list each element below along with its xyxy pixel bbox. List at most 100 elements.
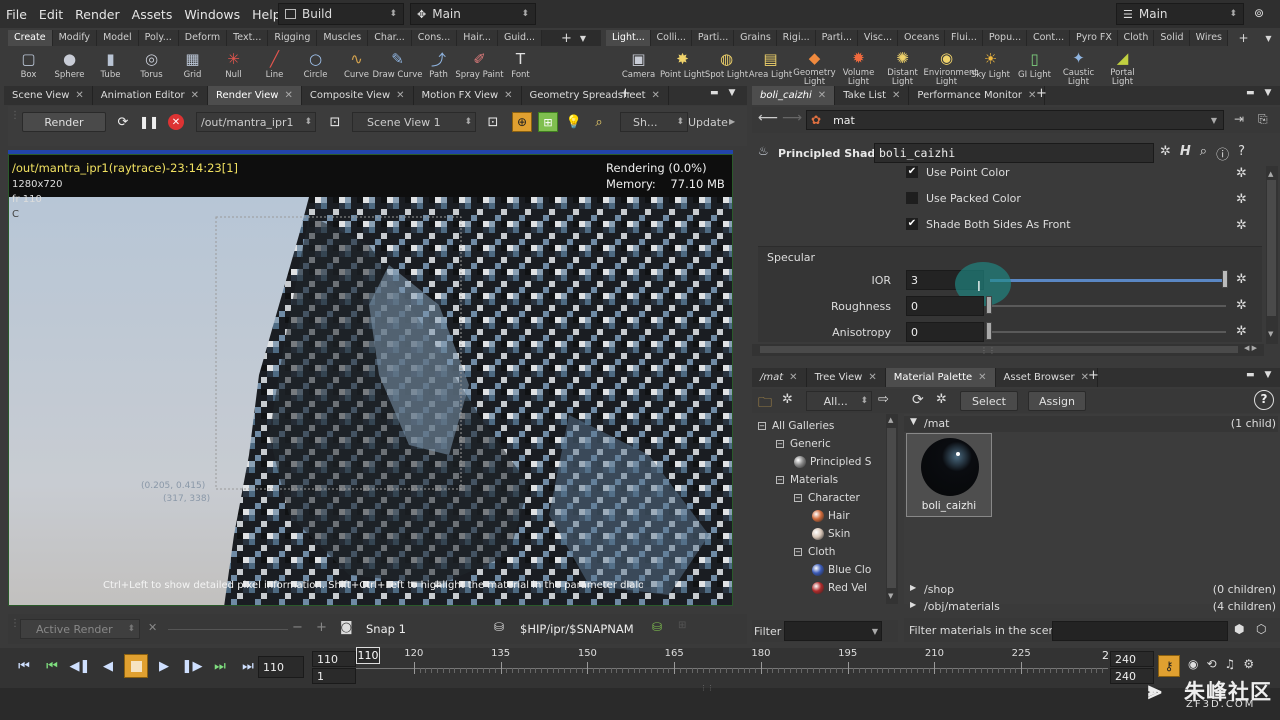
gi-light-tool[interactable]: ▯ GI Light — [1014, 46, 1055, 86]
minus-icon[interactable]: − — [292, 620, 303, 635]
gear-icon[interactable]: ✲ — [782, 392, 793, 407]
pane-menu-icon[interactable]: ▼ — [1265, 370, 1272, 380]
shade-both-sides-checkbox[interactable]: ✔ — [906, 218, 918, 230]
close-tab-icon[interactable]: ✕ — [789, 368, 797, 387]
use-point-color-checkbox[interactable]: ✔ — [906, 166, 918, 178]
play-icon[interactable]: ▶ — [150, 652, 178, 680]
tree-item-materials[interactable]: − Materials — [776, 474, 838, 486]
stop-render-icon[interactable]: ✕ — [168, 114, 184, 130]
current-frame-field[interactable]: 110 — [258, 656, 304, 678]
shelf-tab-text[interactable]: Text... — [227, 30, 269, 46]
sphere-tool[interactable]: ● Sphere — [49, 46, 90, 86]
shelf-tab-light[interactable]: Light... — [606, 30, 651, 46]
transfer-icon[interactable]: ⇨ — [878, 392, 889, 407]
dropdown-icon[interactable]: ▼ — [1265, 34, 1271, 43]
link-icon[interactable]: ⎘ — [1258, 112, 1268, 127]
plus-icon[interactable]: + — [316, 620, 327, 635]
anisotropy-slider-track[interactable] — [990, 331, 1226, 333]
close-tab-icon[interactable]: ✕ — [868, 368, 876, 387]
pane-tab-boli-caizhi[interactable]: boli_caizhi ✕ — [752, 86, 836, 105]
gear-icon[interactable]: ✲ — [1236, 218, 1247, 233]
pane-tab-take-list[interactable]: Take List ✕ — [835, 86, 910, 105]
path-tool[interactable]: ⤴ Path — [418, 46, 459, 86]
shelf-tab-colli[interactable]: Colli... — [650, 30, 692, 46]
collapse-icon[interactable]: − — [794, 494, 802, 502]
anisotropy-slider-handle[interactable] — [986, 322, 992, 340]
pause-icon[interactable]: ❚❚ — [139, 113, 159, 131]
stop-button[interactable] — [124, 654, 148, 678]
settings-icon[interactable]: ⚙ — [1243, 657, 1254, 671]
add-pane-tab-icon[interactable]: + — [1088, 368, 1099, 383]
add-shelf-icon[interactable]: + — [561, 31, 572, 46]
line-tool[interactable]: ╱ Line — [254, 46, 295, 86]
param-hscrollbar[interactable]: ◀ ▶ — [752, 344, 1264, 356]
shelf-tab-cont[interactable]: Cont... — [1026, 30, 1071, 46]
shelf-tab-pyro-fx[interactable]: Pyro FX — [1070, 30, 1118, 46]
active-render-selector[interactable]: Active Render ⬍ — [20, 619, 140, 639]
snap-slider[interactable] — [168, 629, 288, 630]
tree-scrollbar[interactable]: ▲ ▼ — [886, 414, 898, 604]
collapse-icon[interactable]: − — [758, 422, 766, 430]
snapshot-path[interactable]: $HIP/ipr/$SNAPNAM — [520, 622, 644, 636]
shelf-tab-wires[interactable]: Wires — [1189, 30, 1228, 46]
add-pane-tab-icon[interactable]: + — [620, 86, 631, 101]
gear-icon[interactable]: ✲ — [1236, 272, 1247, 287]
camera-select-icon[interactable]: ⊡ — [326, 113, 344, 131]
menu-windows[interactable]: Windows — [178, 7, 246, 22]
shelf-tab-char[interactable]: Char... — [368, 30, 412, 46]
close-tab-icon[interactable]: ✕ — [504, 86, 512, 105]
box-tool[interactable]: ▢ Box — [8, 46, 49, 86]
shader-name-field[interactable]: boli_caizhi — [874, 143, 1154, 163]
portal-light-tool[interactable]: ◢ Portal Light — [1102, 46, 1143, 87]
pane-tab-render-view[interactable]: Render View ✕ — [207, 86, 302, 105]
dropdown-icon[interactable]: ▼ — [580, 34, 586, 43]
tree-item-all-galleries[interactable]: − All Galleries — [758, 420, 834, 432]
menu-edit[interactable]: Edit — [33, 7, 69, 22]
shelf-tab-visc[interactable]: Visc... — [857, 30, 899, 46]
shelf-tab-parti[interactable]: Parti... — [815, 30, 858, 46]
caustic-light-tool[interactable]: ✦ Caustic Light — [1058, 46, 1099, 87]
shelf-tab-guid[interactable]: Guid... — [497, 30, 543, 46]
pane-tab-motion-fx-view[interactable]: Motion FX View ✕ — [414, 86, 522, 105]
realtime-icon[interactable]: ◉ — [1188, 657, 1198, 671]
gear-icon[interactable]: ✲ — [1236, 324, 1247, 339]
circle-tool[interactable]: ○ Circle — [295, 46, 336, 86]
pane-tab-scene-view[interactable]: Scene View ✕ — [4, 86, 93, 105]
shelf-tab-oceans[interactable]: Oceans — [898, 30, 946, 46]
rop-path-selector[interactable]: /out/mantra_ipr1 ⬍ — [196, 112, 316, 132]
camera-selector[interactable]: Scene View 1 ⬍ — [352, 112, 476, 132]
tree-item-red-vel[interactable]: Red Vel — [812, 582, 867, 594]
shelf-tab-modify[interactable]: Modify — [52, 30, 98, 46]
preview-icon[interactable]: ⊞ — [538, 112, 558, 132]
shelf-tab-muscles[interactable]: Muscles — [317, 30, 369, 46]
collapse-icon[interactable]: − — [776, 440, 784, 448]
snapshot-color-icon[interactable]: ⛁ — [652, 620, 662, 634]
maximize-icon[interactable]: ▬ — [710, 88, 719, 98]
info-icon[interactable]: ⓘ — [1216, 144, 1229, 163]
help-icon[interactable]: ? — [1238, 144, 1245, 163]
material-thumbnail[interactable]: boli_caizhi — [906, 433, 992, 517]
pane-tab-geometry-spreadsheet[interactable]: Geometry Spreadsheet ✕ — [522, 86, 669, 105]
tube-tool[interactable]: ▮ Tube — [90, 46, 131, 86]
shelf-tab-cloth[interactable]: Cloth — [1117, 30, 1155, 46]
audio-icon[interactable]: ♫ — [1225, 657, 1236, 671]
gear-icon[interactable]: ✲ — [1236, 192, 1247, 207]
update-button[interactable]: Update — [688, 116, 728, 129]
spray-paint-tool[interactable]: ✐ Spray Paint — [455, 46, 503, 86]
tree-item-skin[interactable]: Skin — [812, 528, 850, 540]
view-icon[interactable]: ⊡ — [484, 113, 502, 131]
close-tab-icon[interactable]: ✕ — [284, 86, 292, 105]
gallery-filter-selector[interactable]: All... ⬍ — [806, 391, 872, 411]
snapshot-camera-icon[interactable]: ◙ — [340, 620, 353, 635]
render-button[interactable]: Render — [22, 112, 106, 132]
shelf-tab-hair[interactable]: Hair... — [457, 30, 498, 46]
cube-icon[interactable]: ⬢ — [1234, 622, 1244, 636]
shading-selector[interactable]: Sh... ⬍ — [620, 112, 688, 132]
pane-tab-tree-view[interactable]: Tree View ✕ — [807, 368, 886, 387]
pane-menu-icon[interactable]: ▼ — [1265, 88, 1272, 98]
menu-assets[interactable]: Assets — [126, 7, 179, 22]
close-tab-icon[interactable]: ✕ — [75, 86, 83, 105]
zoom-icon[interactable]: ⌕ — [590, 113, 608, 131]
menu-render[interactable]: Render — [69, 7, 126, 22]
shelf-tab-rigi[interactable]: Rigi... — [776, 30, 816, 46]
